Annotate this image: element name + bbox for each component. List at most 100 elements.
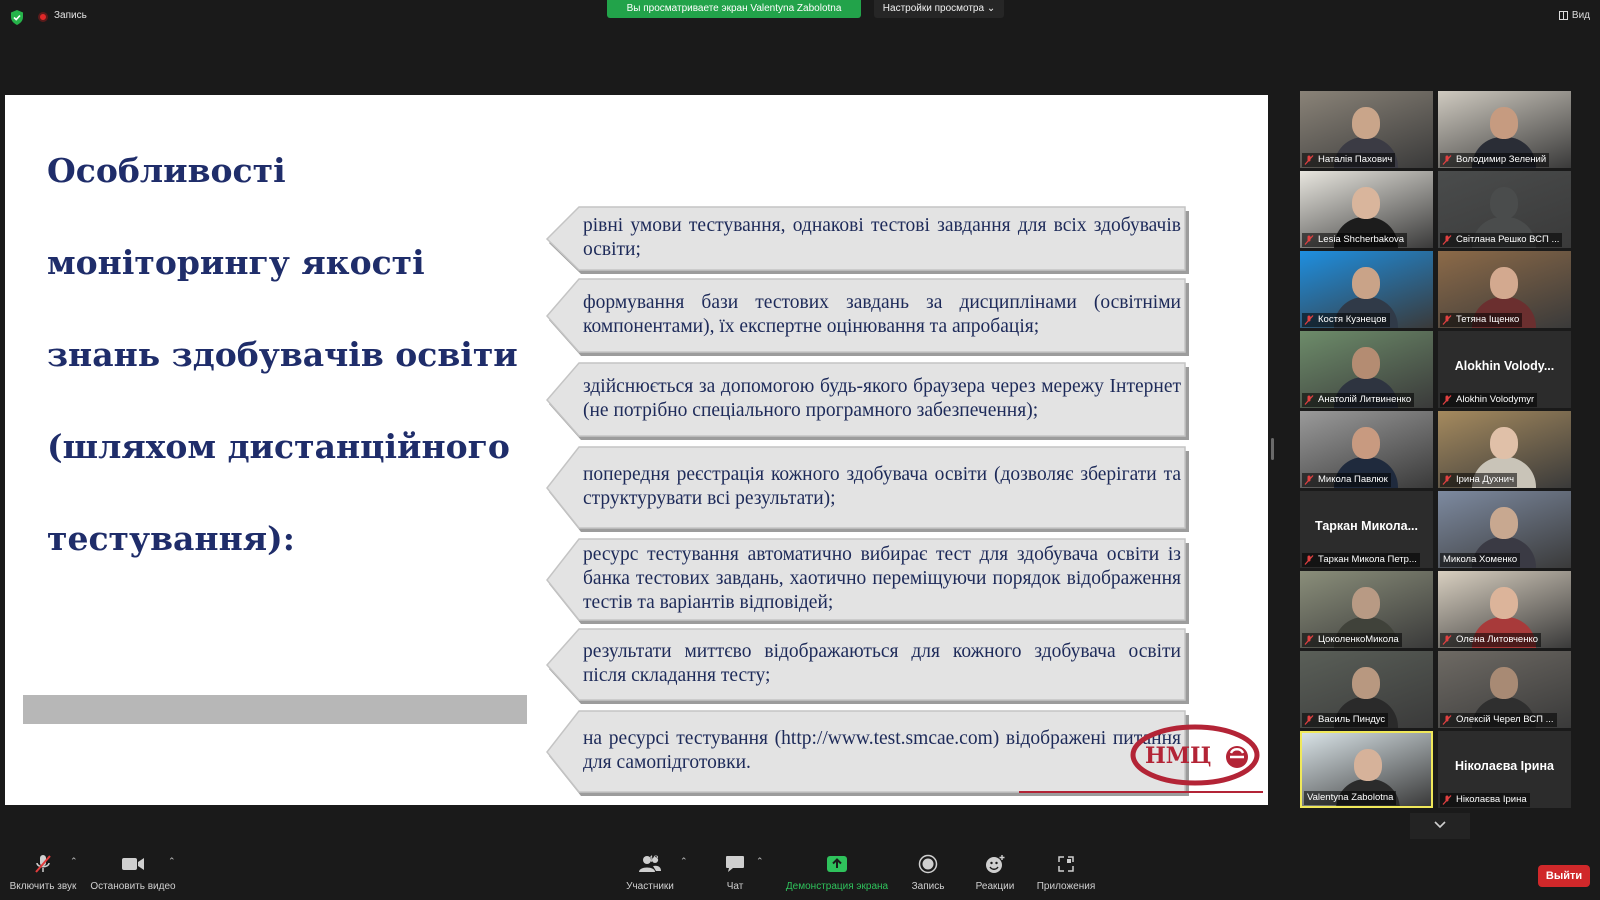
slide-title-line: тестування): <box>47 519 295 558</box>
mic-muted-icon <box>1442 795 1452 805</box>
participant-head <box>1352 267 1380 299</box>
participant-head <box>1490 507 1518 539</box>
slide-bullet-item: попередня реєстрація кожного здобувача о… <box>545 445 1191 533</box>
slide-bullet-text: результати миттєво відображаються для ко… <box>583 640 1181 686</box>
mic-muted-icon <box>1304 395 1314 405</box>
participant-head <box>1490 587 1518 619</box>
view-settings-button[interactable]: Настройки просмотра ⌄ <box>874 0 1004 18</box>
participant-tile[interactable]: Наталія Пахович <box>1300 91 1433 168</box>
participant-tile[interactable]: Ніколаєва Ірина Ніколаєва Ірина <box>1438 731 1571 808</box>
video-camera-icon <box>122 858 144 870</box>
participant-tile[interactable]: Таркан Микола... Таркан Микола Петр... <box>1300 491 1433 568</box>
participant-name: Олексій Черел ВСП ... <box>1440 713 1557 727</box>
slide-bullet-text: попередня реєстрація кожного здобувача о… <box>583 463 1181 509</box>
record-label: Запись <box>911 881 945 892</box>
participants-button[interactable]: 48 Участники <box>620 852 680 896</box>
top-bar: Запись Вы просматриваете экран Valentyna… <box>0 0 1600 34</box>
recording-dot-icon <box>38 12 48 22</box>
participant-tile[interactable]: Володимир Зелений <box>1438 91 1571 168</box>
split-handle[interactable] <box>1271 438 1274 460</box>
participants-count: 48 <box>648 854 659 865</box>
gallery-next-page-button[interactable] <box>1410 813 1470 839</box>
participant-tile[interactable]: Василь Пиндус <box>1300 651 1433 728</box>
logo-underline <box>1019 791 1263 793</box>
record-button[interactable]: Запись <box>906 852 950 896</box>
apps-button[interactable]: Приложения <box>1034 852 1098 896</box>
participant-tile[interactable]: Микола Хоменко <box>1438 491 1571 568</box>
participant-tile[interactable]: Valentyna Zabolotna <box>1300 731 1433 808</box>
participant-tile[interactable]: Олена Литовченко <box>1438 571 1571 648</box>
apps-icon <box>1058 856 1074 872</box>
reactions-icon <box>986 855 1005 873</box>
participant-tile[interactable]: Alokhin Volody... Alokhin Volodymyr <box>1438 331 1571 408</box>
participant-display-name: Ніколаєва Ірина <box>1455 759 1554 773</box>
participant-tile[interactable]: Анатолій Литвиненко <box>1300 331 1433 408</box>
participant-tile[interactable]: Тетяна Іщенко <box>1438 251 1571 328</box>
participant-head <box>1490 107 1518 139</box>
leave-meeting-button[interactable]: Выйти <box>1538 865 1590 887</box>
slide-bullet-text: здійснюється за допомогою будь-якого бра… <box>583 375 1181 421</box>
mic-muted-icon <box>1304 235 1314 245</box>
mic-muted-icon <box>1304 155 1314 165</box>
shield-icon[interactable] <box>10 10 24 25</box>
svg-text:НМЦ: НМЦ <box>1145 743 1211 769</box>
participant-head <box>1354 749 1382 781</box>
mic-muted-icon <box>1442 635 1452 645</box>
unmute-button[interactable]: Включить звук <box>6 852 80 896</box>
participant-name: Костя Кузнецов <box>1302 313 1390 327</box>
slide-bullet-text: на ресурсі тестування (http://www.test.s… <box>583 727 1181 773</box>
mic-muted-icon <box>1442 155 1452 165</box>
view-button[interactable]: Вид <box>1558 10 1590 21</box>
mic-muted-icon <box>35 855 51 873</box>
slide-grey-bar <box>23 695 527 724</box>
mic-muted-icon <box>1442 315 1452 325</box>
participant-tile[interactable]: Олексій Черел ВСП ... <box>1438 651 1571 728</box>
audio-options-caret[interactable]: ⌃ <box>70 856 78 867</box>
participants-label: Участники <box>626 881 674 892</box>
participant-tile[interactable]: Ірина Духнич <box>1438 411 1571 488</box>
mic-muted-icon <box>1304 555 1314 565</box>
chat-label: Чат <box>726 881 744 892</box>
nmc-logo: НМЦ <box>1130 724 1260 786</box>
chat-button[interactable]: Чат <box>712 852 758 896</box>
zoom-meeting-window: Запись Вы просматриваете экран Valentyna… <box>0 0 1600 900</box>
slide-bullet-item: здійснюється за допомогою будь-якого бра… <box>545 361 1191 441</box>
mic-muted-icon <box>1304 315 1314 325</box>
chat-icon <box>726 856 744 872</box>
participant-tile[interactable]: Lesia Shcherbakova <box>1300 171 1433 248</box>
mic-muted-icon <box>1442 395 1452 405</box>
participant-display-name: Таркан Микола... <box>1315 519 1418 533</box>
slide-bullet-text: рівні умови тестування, однакові тестові… <box>583 214 1181 260</box>
slide-bullet-item: результати миттєво відображаються для ко… <box>545 627 1191 705</box>
participant-name: Микола Павлюк <box>1302 473 1391 487</box>
participant-head <box>1352 107 1380 139</box>
participant-tile[interactable]: Світлана Решко ВСП ... <box>1438 171 1571 248</box>
participant-tile[interactable]: Костя Кузнецов <box>1300 251 1433 328</box>
participant-tile[interactable]: Микола Павлюк <box>1300 411 1433 488</box>
participant-tile[interactable]: ЦоколенкоМикола <box>1300 571 1433 648</box>
record-icon <box>918 854 938 874</box>
chat-options-caret[interactable]: ⌃ <box>756 856 764 867</box>
participant-name: Alokhin Volodymyr <box>1440 393 1538 407</box>
meeting-toolbar: Включить звук ⌃ Остановить видео ⌃ 48 Уч… <box>0 848 1600 900</box>
slide-bullet-item: на ресурсі тестування (http://www.test.s… <box>545 709 1191 797</box>
share-banner: Вы просматриваете экран Valentyna Zabolo… <box>607 0 861 18</box>
participants-options-caret[interactable]: ⌃ <box>680 856 688 867</box>
mic-muted-icon <box>1442 715 1452 725</box>
stop-video-button[interactable]: Остановить видео <box>88 852 178 896</box>
recording-label: Запись <box>54 10 87 21</box>
video-options-caret[interactable]: ⌃ <box>168 856 176 867</box>
participant-name: ЦоколенкоМикола <box>1302 633 1402 647</box>
mic-muted-icon <box>1304 635 1314 645</box>
participant-name: Тетяна Іщенко <box>1440 313 1523 327</box>
stop-video-label: Остановить видео <box>90 881 176 892</box>
slide-bullet-text: формування бази тестових завдань за дисц… <box>583 291 1181 337</box>
reactions-button[interactable]: Реакции <box>970 852 1020 896</box>
slide-bullet-item: рівні умови тестування, однакові тестові… <box>545 205 1191 275</box>
slide-title-line: моніторингу якості <box>47 243 425 282</box>
share-screen-button[interactable]: Демонстрация экрана <box>780 852 894 896</box>
participant-name: Valentyna Zabolotna <box>1304 791 1397 805</box>
mic-muted-icon <box>1442 235 1452 245</box>
slide-title-line: (шляхом дистанційного <box>47 427 510 466</box>
mic-muted-icon <box>1304 475 1314 485</box>
